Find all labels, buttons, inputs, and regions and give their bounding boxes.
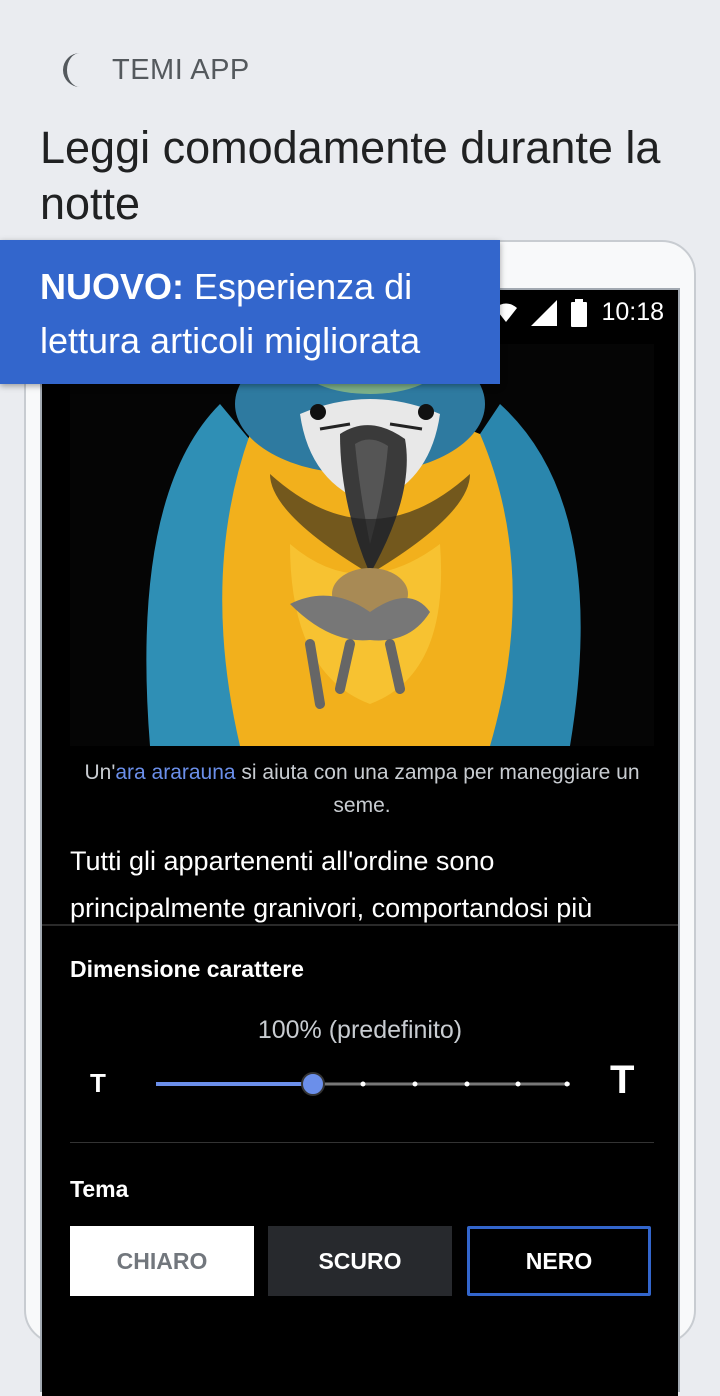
slider-tick	[464, 1081, 470, 1087]
new-feature-banner: NUOVO: Esperienza di lettura articoli mi…	[0, 240, 500, 384]
slider-tick	[515, 1081, 521, 1087]
caption-suffix: si aiuta con una zampa per maneggiare un…	[235, 761, 640, 817]
slider-thumb[interactable]	[301, 1072, 325, 1096]
theme-black-button[interactable]: NERO	[467, 1226, 651, 1296]
theme-dark-button[interactable]: SCURO	[268, 1226, 452, 1296]
decrease-font-icon[interactable]: T	[90, 1068, 106, 1099]
phone-screen: 10:18 Un'ara ararauna si aiuta con una z…	[40, 288, 680, 1396]
font-size-value: 100% (predefinito)	[257, 1016, 463, 1044]
font-size-title: Dimensione carattere	[70, 956, 304, 982]
slider-tick	[360, 1081, 366, 1087]
slider-tick	[564, 1081, 570, 1087]
theme-light-button[interactable]: CHIARO	[70, 1226, 254, 1296]
moon-icon	[62, 53, 80, 87]
divider	[70, 1142, 654, 1143]
increase-font-icon[interactable]: T	[610, 1058, 634, 1103]
battery-icon	[571, 298, 588, 327]
section-label: TEMI APP	[112, 53, 250, 86]
caption-link[interactable]: ara ararauna	[115, 761, 235, 784]
section-header: TEMI APP	[56, 50, 250, 90]
parrot-image	[70, 344, 654, 746]
phone-frame: 10:18 Un'ara ararauna si aiuta con una z…	[24, 240, 696, 1396]
signal-icon	[531, 299, 558, 326]
article-body: Tutti gli appartenenti all'ordine sono p…	[70, 846, 593, 923]
font-size-slider[interactable]	[156, 1072, 570, 1096]
reading-settings-panel: Dimensione carattere 100% (predefinito) …	[42, 924, 678, 1396]
theme-title: Tema	[70, 1176, 129, 1202]
article-image	[70, 344, 654, 746]
slider-tick	[412, 1081, 418, 1087]
banner-prefix: NUOVO:	[40, 266, 184, 307]
status-bar: 10:18	[495, 298, 664, 327]
image-caption: Un'ara ararauna si aiuta con una zampa p…	[70, 756, 654, 822]
status-time: 10:18	[601, 298, 664, 326]
page-title: Leggi comodamente durante la notte	[40, 122, 661, 229]
caption-prefix: Un'	[84, 761, 116, 784]
